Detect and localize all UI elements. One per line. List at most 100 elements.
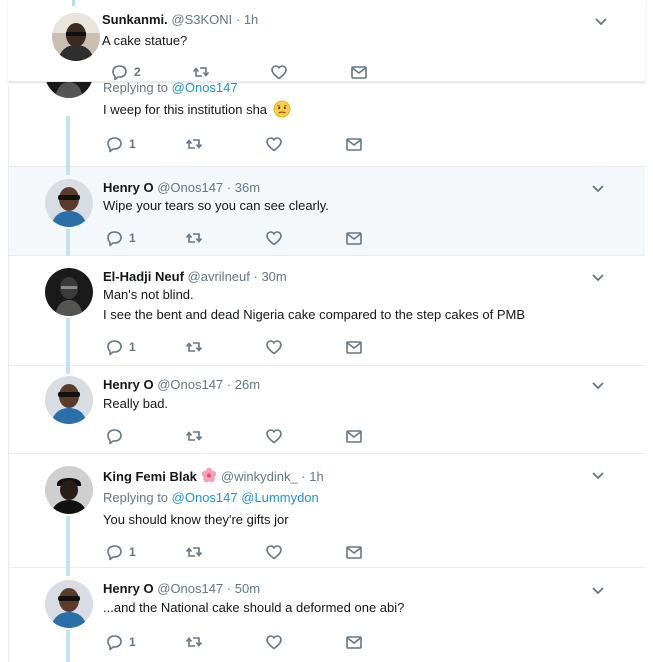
tweet-header: Sunkanmi. @S3KONI · 1h: [102, 12, 258, 27]
heart-icon: [266, 137, 282, 152]
avatar[interactable]: [45, 268, 93, 316]
direct-message-button[interactable]: [345, 427, 363, 445]
like-button[interactable]: [265, 338, 283, 356]
direct-message-button[interactable]: [345, 135, 363, 153]
like-button[interactable]: [265, 135, 283, 153]
user-handle[interactable]: @Onos147: [157, 581, 223, 596]
reply-button[interactable]: 1: [105, 633, 136, 651]
timestamp[interactable]: · 36m: [227, 180, 260, 195]
like-button[interactable]: [270, 63, 288, 81]
replying-to: Replying to @Onos147: [103, 80, 238, 95]
tweet-actions: 1: [105, 543, 405, 561]
replying-label: Replying to: [103, 80, 172, 95]
hibiscus-icon: [201, 467, 217, 483]
more-options-caret[interactable]: [591, 181, 605, 195]
direct-message-button[interactable]: [345, 543, 363, 561]
avatar-dark-figure-icon: [45, 268, 93, 316]
timestamp[interactable]: · 50m: [227, 581, 260, 596]
like-button[interactable]: [265, 229, 283, 247]
direct-message-button[interactable]: [345, 338, 363, 356]
tweet-header: El-Hadji Neuf @avrilneuf · 30m: [103, 269, 287, 284]
reply-count: 1: [129, 545, 136, 559]
envelope-icon: [346, 546, 362, 559]
replying-to: Replying to @Onos147 @Lummydon: [103, 490, 319, 505]
display-name[interactable]: Henry O: [103, 180, 154, 195]
timestamp[interactable]: · 26m: [227, 377, 260, 392]
avatar[interactable]: [45, 580, 93, 628]
tweet-card[interactable]: King Femi Blak @winkydink_ · 1h Replying …: [9, 454, 645, 568]
chevron-down-icon: [592, 274, 604, 281]
retweet-button[interactable]: [185, 427, 203, 445]
timestamp[interactable]: · 1h: [301, 469, 323, 484]
user-handle[interactable]: @S3KONI: [171, 12, 232, 27]
user-handle[interactable]: @avrilneuf: [188, 269, 250, 284]
display-name[interactable]: El-Hadji Neuf: [103, 269, 184, 284]
like-button[interactable]: [265, 633, 283, 651]
avatar[interactable]: [45, 376, 93, 424]
avatar-photo-man-icon: [52, 13, 100, 61]
tweet-card[interactable]: Henry O @Onos147 · 26m Really bad.: [9, 366, 645, 454]
like-button[interactable]: [265, 543, 283, 561]
reply-button[interactable]: 1: [105, 543, 136, 561]
retweet-button[interactable]: [185, 543, 203, 561]
thread-line: [66, 630, 70, 662]
envelope-icon: [346, 430, 362, 443]
retweet-icon: [185, 547, 203, 557]
direct-message-button[interactable]: [345, 229, 363, 247]
direct-message-button[interactable]: [350, 63, 368, 81]
more-options-caret[interactable]: [591, 270, 605, 284]
user-handle[interactable]: @winkydink_: [221, 469, 298, 484]
display-name[interactable]: Henry O: [103, 377, 154, 392]
reply-icon: [107, 429, 122, 445]
thread-line: [66, 366, 70, 374]
more-options-caret[interactable]: [591, 378, 605, 392]
avatar[interactable]: [52, 13, 100, 61]
reply-count: 2: [134, 65, 141, 79]
user-handle[interactable]: @Onos147: [157, 180, 223, 195]
mention-link[interactable]: @Onos147: [172, 80, 238, 95]
reply-button[interactable]: [105, 427, 129, 445]
tweet-card[interactable]: Replying to @Onos147 I weep for this ins…: [9, 50, 645, 167]
tweet-actions: [105, 427, 405, 445]
chevron-down-icon: [592, 185, 604, 192]
timestamp[interactable]: · 30m: [254, 269, 287, 284]
display-name[interactable]: Henry O: [103, 581, 154, 596]
reply-button[interactable]: 1: [105, 135, 136, 153]
like-button[interactable]: [265, 427, 283, 445]
retweet-icon: [185, 637, 203, 647]
avatar[interactable]: [45, 179, 93, 227]
mention-link[interactable]: @Onos147: [172, 490, 238, 505]
direct-message-button[interactable]: [345, 633, 363, 651]
tweet-card-sunkanmi[interactable]: Sunkanmi. @S3KONI · 1h A cake statue? 2: [8, 0, 646, 82]
reply-button[interactable]: 2: [110, 63, 141, 81]
reply-button[interactable]: 1: [105, 229, 136, 247]
retweet-button[interactable]: [185, 135, 203, 153]
user-handle[interactable]: @Onos147: [157, 377, 223, 392]
reply-button[interactable]: 1: [105, 338, 136, 356]
retweet-icon: [185, 342, 203, 352]
tweet-text: You should know they're gifts jor: [103, 512, 289, 527]
more-options-caret[interactable]: [591, 468, 605, 482]
retweet-button[interactable]: [192, 63, 210, 81]
display-name[interactable]: Sunkanmi.: [102, 12, 168, 27]
thread-line: [66, 318, 70, 366]
envelope-icon: [346, 636, 362, 649]
retweet-button[interactable]: [185, 229, 203, 247]
more-options-caret[interactable]: [591, 583, 605, 597]
avatar[interactable]: [45, 466, 93, 514]
reply-count: 1: [129, 635, 136, 649]
heart-icon: [271, 65, 287, 80]
retweet-button[interactable]: [185, 633, 203, 651]
tweet-actions: 2: [110, 63, 410, 81]
tweet-card[interactable]: Henry O @Onos147 · 50m ...and the Nation…: [9, 568, 645, 662]
mention-link[interactable]: @Lummydon: [241, 490, 319, 505]
tweet-actions: 1: [105, 633, 405, 651]
tweet-card[interactable]: El-Hadji Neuf @avrilneuf · 30m Man's not…: [9, 256, 645, 366]
tweet-card[interactable]: Henry O @Onos147 · 36m Wipe your tears s…: [9, 167, 645, 256]
reply-icon: [107, 340, 122, 356]
chevron-down-icon: [592, 587, 604, 594]
retweet-button[interactable]: [185, 338, 203, 356]
display-name[interactable]: King Femi Blak: [103, 469, 197, 484]
timestamp[interactable]: · 1h: [236, 12, 258, 27]
more-options-caret[interactable]: [594, 14, 608, 28]
